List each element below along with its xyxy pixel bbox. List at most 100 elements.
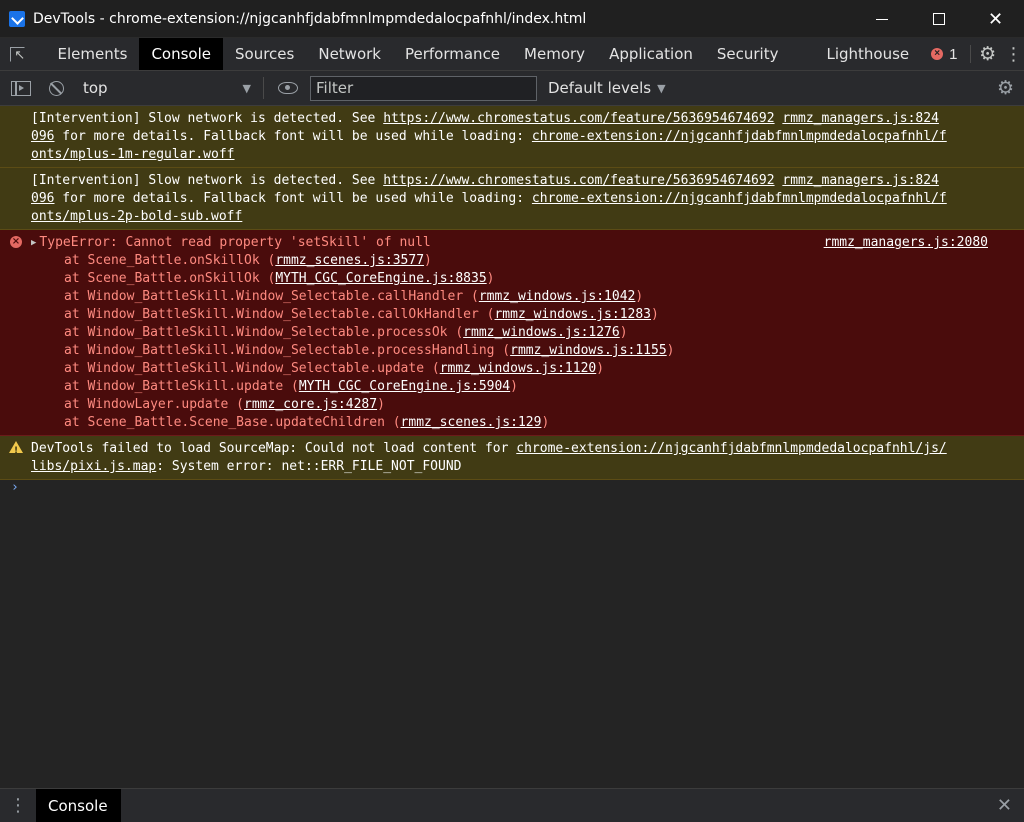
source-link[interactable]: rmmz_managers.js:824 — [782, 111, 939, 126]
stack-frame-link[interactable]: rmmz_windows.js:1276 — [463, 325, 620, 340]
console-warning-message: DevTools failed to load SourceMap: Could… — [0, 436, 1024, 480]
warning-icon — [9, 441, 23, 460]
maximize-button[interactable] — [910, 0, 967, 38]
font-link[interactable]: chrome-extension://njgcanhfjdabfmnlmpmde… — [532, 129, 947, 144]
stack-frame-link[interactable]: MYTH_CGC_CoreEngine.js:5904 — [299, 379, 510, 394]
source-link-continuation[interactable]: 096 — [31, 191, 54, 206]
stack-frame: at Scene_Battle.onSkillOk (rmmz_scenes.j… — [64, 253, 432, 268]
tab-security[interactable]: Security — [705, 38, 791, 70]
tab-lighthouse[interactable]: Lighthouse — [790, 38, 921, 70]
error-headline: TypeError: Cannot read property 'setSkil… — [39, 235, 431, 250]
log-levels-dropdown[interactable]: Default levels ▼ — [548, 79, 666, 97]
minimize-icon — [875, 18, 888, 20]
tab-console[interactable]: Console — [139, 38, 223, 70]
error-count: 1 — [949, 45, 958, 63]
stack-frame-text: at Window_BattleSkill.Window_Selectable.… — [64, 307, 495, 322]
stack-frame-link[interactable]: rmmz_scenes.js:129 — [401, 415, 542, 430]
stack-frame-text: at Scene_Battle.onSkillOk ( — [64, 271, 276, 286]
inspect-cursor-icon — [10, 46, 26, 63]
font-link-continuation[interactable]: onts/mplus-2p-bold-sub.woff — [31, 209, 242, 224]
stack-frame-text: at Scene_Battle.Scene_Base.updateChildre… — [64, 415, 401, 430]
tab-application[interactable]: Application — [597, 38, 705, 70]
close-window-button[interactable]: ✕ — [967, 0, 1024, 38]
tab-elements[interactable]: Elements — [36, 38, 140, 70]
window-controls: ✕ — [853, 0, 1024, 38]
stack-frame-link[interactable]: rmmz_windows.js:1155 — [510, 343, 667, 358]
drawer-tab-console[interactable]: Console — [36, 789, 121, 822]
console-warning-message: [Intervention] Slow network is detected.… — [0, 168, 1024, 230]
source-link-continuation[interactable]: 096 — [31, 129, 54, 144]
show-sidebar-icon[interactable] — [11, 80, 31, 96]
tab-sources[interactable]: Sources — [223, 38, 306, 70]
stack-frame: at Window_BattleSkill.update (MYTH_CGC_C… — [64, 379, 518, 394]
stack-frame: at Window_BattleSkill.Window_Selectable.… — [64, 343, 675, 358]
minimize-button[interactable] — [853, 0, 910, 38]
settings-button[interactable]: ⚙ — [972, 38, 1003, 70]
context-selector[interactable]: top ▼ — [83, 79, 251, 97]
title-bar: DevTools - chrome-extension://njgcanhfjd… — [0, 0, 1024, 38]
more-options-button[interactable]: ⋮ — [1003, 38, 1024, 70]
sourcemap-link[interactable]: chrome-extension://njgcanhfjdabfmnlmpmde… — [516, 441, 946, 456]
drawer-bar: ⋮ Console ✕ — [0, 788, 1024, 822]
message-text: [Intervention] Slow network is detected.… — [31, 111, 384, 126]
tab-performance[interactable]: Performance — [393, 38, 512, 70]
stack-frame-link[interactable]: rmmz_windows.js:1283 — [494, 307, 651, 322]
error-icon: × — [931, 48, 944, 60]
error-icon: × — [10, 236, 22, 248]
stack-frame-link[interactable]: rmmz_windows.js:1042 — [479, 289, 636, 304]
font-link-continuation[interactable]: onts/mplus-1m-regular.woff — [31, 147, 235, 162]
stack-frame: at Window_BattleSkill.Window_Selectable.… — [64, 307, 659, 322]
stack-frame-link[interactable]: rmmz_core.js:4287 — [244, 397, 377, 412]
stack-frame-text: at Window_BattleSkill.Window_Selectable.… — [64, 325, 464, 340]
maximize-icon — [932, 13, 945, 25]
inspect-element-button[interactable] — [0, 38, 36, 70]
stack-frame-text: at Window_BattleSkill.Window_Selectable.… — [64, 361, 440, 376]
stack-frame-link[interactable]: rmmz_windows.js:1120 — [440, 361, 597, 376]
message-link[interactable]: https://www.chromestatus.com/feature/563… — [383, 173, 774, 188]
drawer-menu-button[interactable]: ⋮ — [0, 789, 36, 822]
stack-frame: at Window_BattleSkill.Window_Selectable.… — [64, 325, 628, 340]
tab-memory[interactable]: Memory — [512, 38, 597, 70]
message-text: : System error: net::ERR_FILE_NOT_FOUND — [156, 459, 462, 474]
divider — [969, 45, 971, 63]
font-link[interactable]: chrome-extension://njgcanhfjdabfmnlmpmde… — [532, 191, 947, 206]
kebab-menu-icon: ⋮ — [1004, 43, 1023, 64]
gear-icon: ⚙ — [979, 43, 997, 65]
source-link[interactable]: rmmz_managers.js:2080 — [824, 234, 988, 252]
devtools-app-icon — [9, 10, 25, 27]
stack-frame-link[interactable]: MYTH_CGC_CoreEngine.js:8835 — [275, 271, 486, 286]
eye-icon[interactable] — [278, 82, 298, 94]
stack-frame: at WindowLayer.update (rmmz_core.js:4287… — [64, 397, 385, 412]
stack-frame: at Scene_Battle.onSkillOk (MYTH_CGC_Core… — [64, 271, 495, 286]
close-icon: ✕ — [987, 9, 1004, 29]
message-text: for more details. Fallback font will be … — [54, 191, 532, 206]
caret-down-icon: ▼ — [657, 81, 666, 95]
expand-triangle-icon[interactable]: ▶ — [31, 234, 36, 252]
stack-frame-text: at Scene_Battle.onSkillOk ( — [64, 253, 276, 268]
stack-frame-text: at WindowLayer.update ( — [64, 397, 245, 412]
stack-frame: at Window_BattleSkill.Window_Selectable.… — [64, 361, 605, 376]
console-toolbar: top ▼ Default levels ▼ ⚙ — [0, 71, 1024, 106]
console-settings-gear-icon[interactable]: ⚙ — [997, 77, 1014, 100]
caret-down-icon: ▼ — [242, 81, 251, 95]
message-text: [Intervention] Slow network is detected.… — [31, 173, 384, 188]
stack-frame-link[interactable]: rmmz_scenes.js:3577 — [275, 253, 424, 268]
stack-frame-text: at Window_BattleSkill.Window_Selectable.… — [64, 289, 479, 304]
source-link[interactable]: rmmz_managers.js:824 — [782, 173, 939, 188]
stack-frame: at Window_BattleSkill.Window_Selectable.… — [64, 289, 644, 304]
tab-network[interactable]: Network — [306, 38, 393, 70]
close-drawer-icon[interactable]: ✕ — [997, 795, 1012, 816]
filter-input[interactable] — [310, 75, 537, 101]
message-text: DevTools failed to load SourceMap: Could… — [31, 441, 517, 456]
context-value: top — [83, 79, 108, 97]
error-count-button[interactable]: × 1 — [921, 38, 967, 70]
message-text: for more details. Fallback font will be … — [54, 129, 532, 144]
divider — [263, 77, 264, 99]
main-tab-bar: Elements Console Sources Network Perform… — [0, 38, 1024, 71]
clear-console-icon[interactable] — [49, 80, 64, 96]
console-prompt[interactable]: › — [11, 480, 19, 495]
log-levels-label: Default levels — [548, 79, 652, 97]
console-error-message: × rmmz_managers.js:2080 ▶ TypeError: Cann… — [0, 230, 1024, 436]
sourcemap-link-continuation[interactable]: libs/pixi.js.map — [31, 459, 156, 474]
message-link[interactable]: https://www.chromestatus.com/feature/563… — [383, 111, 774, 126]
